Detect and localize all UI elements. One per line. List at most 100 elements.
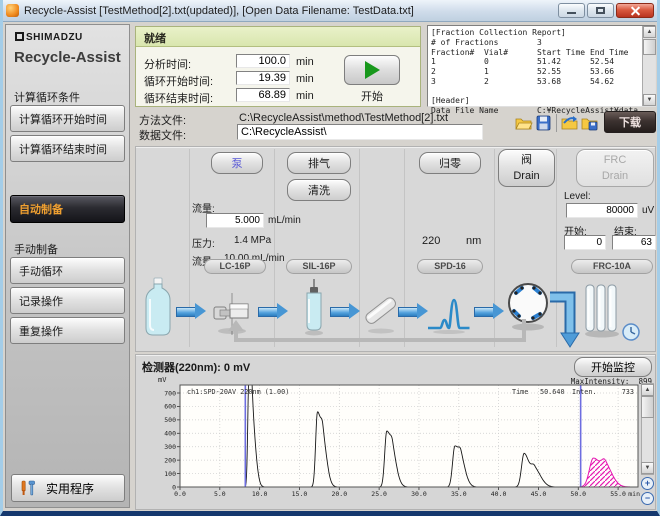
svg-text:50.0: 50.0 [570,490,586,498]
flow-arrow-icon [330,303,360,319]
window-title: Recycle-Assist [TestMethod[2].txt(update… [24,5,414,17]
svg-text:50.640: 50.640 [540,388,565,396]
svg-text:Time: Time [512,388,528,396]
utility-button-label: 实用程序 [46,480,94,497]
wavelength-value: 220 [422,235,440,247]
cycle-start-input[interactable] [236,71,290,85]
minimize-icon [567,12,576,14]
svg-text:200: 200 [164,456,176,464]
chart-scrollbar[interactable]: ▲ ▼ [641,383,654,475]
flow-arrow-icon [176,303,206,319]
flow-rate-input[interactable] [206,213,264,228]
open-method-icon[interactable] [514,114,533,132]
report-scroll-up-icon[interactable]: ▲ [643,26,656,38]
device-label-lc16p: LC-16P [204,259,266,274]
flow-arrow-icon [474,303,504,319]
svg-text:700: 700 [164,389,176,397]
svg-text:45.0: 45.0 [531,490,547,498]
svg-text:35.0: 35.0 [451,490,467,498]
flow-arrow-icon [258,303,288,319]
flow-diagram-panel: 泵 排气 清洗 归零 阀Drain FRCDrain Level: uV 开始:… [135,146,656,352]
cycle-end-input[interactable] [236,88,290,102]
close-button[interactable] [616,3,654,18]
detector-title: 检测器(220nm): 0 mV [142,359,250,375]
valve-drain-line2: Drain [513,170,539,182]
method-file-path: C:\RecycleAssist\method\TestMethod[2].tx… [239,112,448,124]
svg-text:30.0: 30.0 [411,490,427,498]
svg-text:100: 100 [164,470,176,478]
recycle-loop-line [224,319,534,347]
data-file-input[interactable] [237,124,483,140]
report-scrollbar[interactable]: ▲ ▼ [642,26,655,106]
collection-tubes-icon [583,283,621,339]
analysis-time-label: 分析时间: [144,56,191,72]
zero-button[interactable]: 归零 [419,152,481,174]
record-operation-button[interactable]: 记录操作 [10,287,125,314]
frc-drain-line1: FRC [604,154,627,166]
toolbar-separator [556,114,557,132]
download-button[interactable]: 下载 [604,111,656,133]
title-bar: Recycle-Assist [TestMethod[2].txt(update… [0,0,660,22]
flow-rate-unit: mL/min [268,215,301,226]
save-report-icon[interactable] [580,114,599,132]
svg-text:25.0: 25.0 [371,490,387,498]
fraction-report-text: [Fraction Collection Report] # of Fracti… [428,26,655,118]
level-input[interactable] [566,203,638,218]
calc-cycle-end-button[interactable]: 计算循环结束时间 [10,135,125,162]
minimize-button[interactable] [558,3,585,18]
app-icon [6,4,19,17]
zoom-out-icon[interactable]: − [641,492,654,505]
pressure-value: 1.4 MPa [234,235,271,246]
start-button[interactable] [344,55,400,85]
chart-scroll-down-icon[interactable]: ▼ [641,462,654,474]
svg-text:500: 500 [164,416,176,424]
svg-text:10.0: 10.0 [252,490,268,498]
svg-text:15.0: 15.0 [292,490,308,498]
repeat-operation-button[interactable]: 重复操作 [10,317,125,344]
svg-text:ch1:SPD-20AV 220nm (1.00): ch1:SPD-20AV 220nm (1.00) [187,388,289,396]
frc-end-input[interactable] [612,235,656,250]
method-file-label: 方法文件: [139,112,186,128]
start-button-label: 开始 [344,88,400,104]
svg-text:0.0: 0.0 [174,490,186,498]
open-report-icon[interactable] [560,114,579,132]
cycle-start-unit: min [296,73,314,85]
close-icon [631,6,640,15]
device-label-frc10a: FRC-10A [571,259,653,274]
utility-button[interactable]: 实用程序 [11,474,125,502]
save-method-icon[interactable] [534,114,553,132]
pump-button[interactable]: 泵 [211,152,263,174]
chart-scroll-thumb[interactable] [641,396,654,418]
svg-text:733: 733 [622,388,634,396]
data-file-label: 数据文件: [139,127,186,143]
cycle-end-label: 循环结束时间: [144,90,213,106]
shimadzu-logo-mark [15,32,24,41]
manual-cycle-button[interactable]: 手动循环 [10,257,125,284]
chart-scroll-up-icon[interactable]: ▲ [641,384,654,396]
calc-section-label: 计算循环条件 [6,89,80,105]
clock-icon [622,323,640,341]
frc-drain-button[interactable]: FRCDrain [576,149,654,187]
chromatogram-svg[interactable]: 01002003004005006007000.05.010.015.020.0… [140,381,640,509]
svg-text:20.0: 20.0 [331,490,347,498]
analysis-time-unit: min [296,56,314,68]
fraction-report-panel[interactable]: [Fraction Collection Report] # of Fracti… [427,25,656,107]
solvent-bottle-icon [144,277,172,337]
rinse-button[interactable]: 清洗 [287,179,351,201]
frc-start-input[interactable] [564,235,606,250]
zoom-in-icon[interactable]: + [641,477,654,490]
level-label: Level: [564,191,591,202]
purge-button[interactable]: 排气 [287,152,351,174]
calc-cycle-start-button[interactable]: 计算循环开始时间 [10,105,125,132]
valve-drain-button[interactable]: 阀Drain [498,149,555,187]
svg-text:min: min [628,490,640,498]
device-label-sil16p: SIL-16P [286,259,352,274]
svg-text:40.0: 40.0 [491,490,507,498]
report-scroll-down-icon[interactable]: ▼ [643,94,656,106]
start-monitor-button[interactable]: 开始监控 [574,357,652,377]
maximize-button[interactable] [587,3,614,18]
cycle-start-label: 循环开始时间: [144,73,213,89]
auto-prep-button[interactable]: 自动制备 [10,195,125,223]
analysis-time-input[interactable] [236,54,290,68]
report-scroll-thumb[interactable] [643,39,656,55]
